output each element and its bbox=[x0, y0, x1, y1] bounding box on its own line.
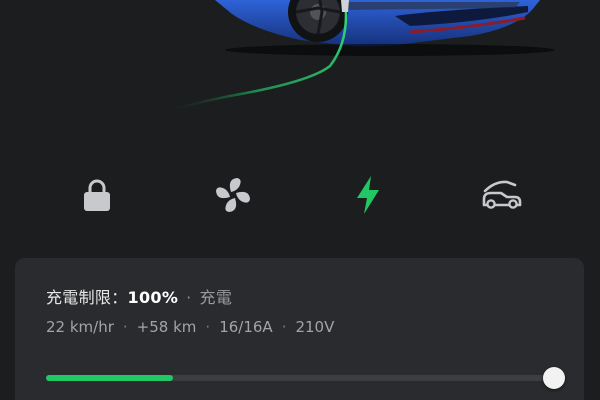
frunk-button[interactable] bbox=[472, 165, 532, 225]
lock-button[interactable] bbox=[67, 165, 127, 225]
separator: · bbox=[122, 318, 128, 336]
charging-button[interactable] bbox=[338, 165, 398, 225]
fan-icon bbox=[216, 178, 250, 212]
charge-rate: 22 km/hr bbox=[46, 318, 114, 336]
charge-limit-label: 充電制限： bbox=[46, 288, 128, 307]
charge-limit-value: 100% bbox=[127, 288, 179, 307]
charge-limit-slider[interactable] bbox=[46, 366, 565, 390]
range-added: +58 km bbox=[136, 318, 197, 336]
lock-icon bbox=[84, 179, 110, 211]
quick-controls bbox=[0, 165, 600, 225]
charge-current: 16/16A bbox=[219, 318, 273, 336]
charge-voltage: 210V bbox=[295, 318, 335, 336]
lightning-bolt-icon bbox=[357, 176, 379, 214]
battery-level-bar bbox=[46, 375, 173, 381]
car-image bbox=[0, 0, 600, 130]
charging-status: 充電 bbox=[199, 288, 233, 307]
charging-card: 充電制限：100% · 充電 22 km/hr · +58 km · 16/16A · 210V bbox=[15, 258, 584, 400]
separator: · bbox=[205, 318, 211, 336]
climate-button[interactable] bbox=[203, 165, 263, 225]
separator: · bbox=[186, 288, 192, 307]
charging-stats: 22 km/hr · +58 km · 16/16A · 210V bbox=[46, 318, 334, 336]
app-screen: 充電制限：100% · 充電 22 km/hr · +58 km · 16/16A · 210V bbox=[0, 0, 600, 400]
charge-limit-line: 充電制限：100% · 充電 bbox=[46, 284, 232, 308]
car-frunk-icon bbox=[482, 180, 522, 209]
slider-thumb[interactable] bbox=[543, 367, 565, 389]
separator: · bbox=[281, 318, 287, 336]
